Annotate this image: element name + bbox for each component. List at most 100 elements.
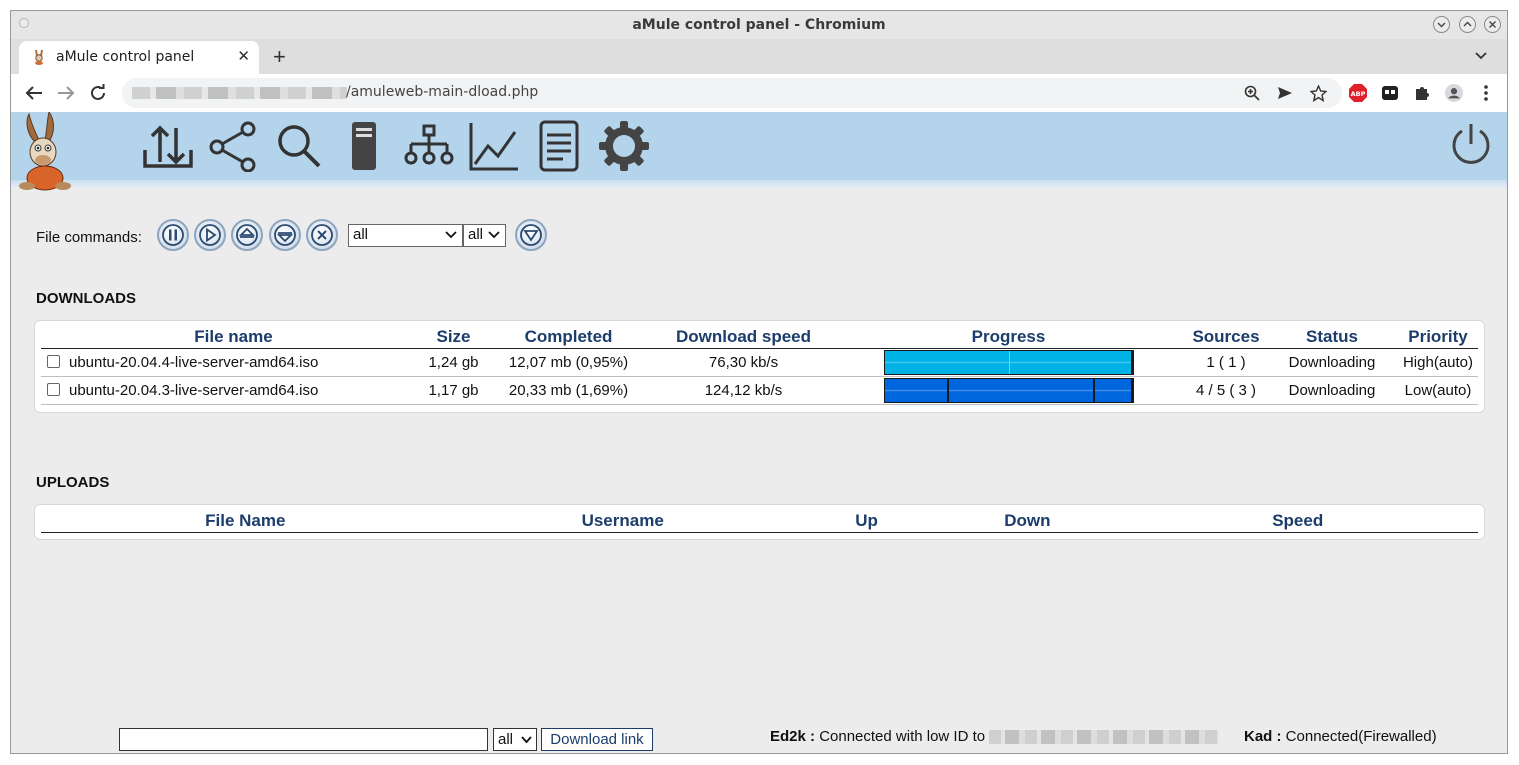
reload-icon: [91, 84, 105, 100]
completed-cell: 20,33 mb (1,69%): [481, 376, 656, 405]
sources-cell: 1 ( 1 ): [1186, 348, 1266, 377]
browser-toolbar: /amuleweb-main-dload.php ABP: [11, 74, 1507, 112]
nav-search-button[interactable]: [272, 118, 326, 174]
extensions-puzzle-icon[interactable]: [1413, 84, 1431, 102]
amule-mascot-logo: [19, 112, 71, 191]
amule-web-page: File commands: all all DOWNLOADS File na…: [11, 112, 1507, 753]
nav-preferences-button[interactable]: [597, 118, 651, 174]
nav-statistics-button[interactable]: [467, 118, 521, 174]
file-name: ubuntu-20.04.3-live-server-amd64.iso: [69, 382, 319, 399]
resume-button[interactable]: [194, 219, 226, 251]
column-download-speed[interactable]: Download speed: [656, 325, 831, 349]
transfers-icon: [143, 125, 193, 168]
file-name: ubuntu-20.04.4-live-server-amd64.iso: [69, 354, 319, 371]
column-size[interactable]: Size: [426, 325, 481, 349]
file-name-cell: ubuntu-20.04.3-live-server-amd64.iso: [41, 376, 426, 405]
statistics-icon: [469, 123, 518, 171]
kad-status: Kad : Connected(Firewalled): [1244, 728, 1437, 745]
minimize-button[interactable]: [1433, 16, 1450, 33]
column-username[interactable]: Username: [449, 509, 796, 533]
nav-transfers-button[interactable]: [141, 118, 195, 174]
zoom-icon[interactable]: [1243, 84, 1261, 102]
column-upload-file-name[interactable]: File Name: [41, 509, 450, 533]
ed2k-status-text: Connected with low ID to: [819, 728, 986, 745]
progress-chunk-marker: [1092, 379, 1095, 402]
column-file-name[interactable]: File name: [41, 325, 426, 349]
nav-shared-files-button[interactable]: [207, 118, 261, 174]
kad-label: Kad :: [1244, 728, 1282, 745]
progress-fill: [884, 379, 1133, 402]
reload-button[interactable]: [87, 82, 109, 104]
column-progress[interactable]: Progress: [831, 325, 1186, 349]
arrow-down-icon: [274, 224, 296, 246]
row-select-checkbox[interactable]: [47, 355, 60, 368]
progress-end-marker: [1130, 351, 1133, 374]
forward-arrow-icon: [58, 86, 75, 100]
nav-servers-button[interactable]: [337, 118, 391, 174]
play-icon: [199, 224, 221, 246]
row-select-checkbox[interactable]: [47, 383, 60, 396]
column-up[interactable]: Up: [795, 509, 938, 533]
apply-filter-button[interactable]: [515, 219, 547, 251]
column-priority[interactable]: Priority: [1398, 325, 1478, 349]
new-tab-button[interactable]: +: [273, 44, 286, 70]
priority-down-button[interactable]: [269, 219, 301, 251]
url-path: /amuleweb-main-dload.php: [346, 84, 539, 100]
extension-icon[interactable]: [1381, 84, 1399, 102]
link-category-select[interactable]: all: [493, 728, 537, 751]
column-status[interactable]: Status: [1266, 325, 1398, 349]
tab-close-icon[interactable]: ✕: [237, 47, 250, 65]
ed2k-status: Ed2k : Connected with low ID to: [770, 728, 1220, 745]
table-row[interactable]: ubuntu-20.04.4-live-server-amd64.iso 1,2…: [41, 348, 1478, 377]
download-link-button[interactable]: Download link: [541, 728, 653, 751]
tab-search-button[interactable]: [1475, 47, 1487, 65]
minimize-icon: [1437, 22, 1446, 28]
cancel-download-button[interactable]: [306, 219, 338, 251]
priority-cell: Low(auto): [1398, 376, 1478, 405]
maximize-button[interactable]: [1459, 16, 1476, 33]
nav-log-button[interactable]: [532, 118, 586, 174]
status-cell: Downloading: [1266, 348, 1398, 377]
ed2k-link-input[interactable]: [119, 728, 488, 751]
arrow-up-icon: [236, 224, 258, 246]
browser-menu-icon[interactable]: [1477, 84, 1495, 102]
logout-power-button[interactable]: [1449, 122, 1493, 173]
send-icon[interactable]: [1276, 84, 1294, 102]
title-bar: aMule control panel - Chromium: [11, 11, 1507, 39]
search-icon: [278, 125, 321, 168]
maximize-icon: [1463, 21, 1472, 27]
progress-bar: [883, 378, 1134, 403]
priority-cell: High(auto): [1398, 348, 1478, 377]
chevron-down-icon: [445, 231, 457, 239]
profile-avatar-icon[interactable]: [1445, 84, 1463, 102]
nav-kad-button[interactable]: [402, 118, 456, 174]
status-filter-select[interactable]: all: [463, 224, 506, 247]
speed-cell: 76,30 kb/s: [656, 348, 831, 377]
file-name-cell: ubuntu-20.04.4-live-server-amd64.iso: [41, 348, 426, 377]
priority-up-button[interactable]: [231, 219, 263, 251]
progress-cell: [831, 376, 1186, 405]
tab-strip: aMule control panel ✕ +: [11, 39, 1507, 74]
pause-icon: [162, 224, 184, 246]
kad-network-icon: [404, 124, 454, 165]
forward-button[interactable]: [55, 82, 77, 104]
tab-amule-control-panel[interactable]: aMule control panel ✕: [19, 41, 259, 74]
table-row[interactable]: ubuntu-20.04.3-live-server-amd64.iso 1,1…: [41, 376, 1478, 405]
uploads-header-row: File Name Username Up Down Speed: [41, 509, 1478, 533]
speed-cell: 124,12 kb/s: [656, 376, 831, 405]
column-completed[interactable]: Completed: [481, 325, 656, 349]
close-window-button[interactable]: [1484, 16, 1501, 33]
status-filter-value: all: [468, 226, 484, 243]
progress-end-marker: [1130, 379, 1133, 402]
address-bar[interactable]: /amuleweb-main-dload.php: [122, 78, 1342, 108]
adblock-plus-icon[interactable]: ABP: [1349, 84, 1367, 102]
back-button[interactable]: [23, 82, 45, 104]
window-title: aMule control panel - Chromium: [632, 17, 886, 33]
column-sources[interactable]: Sources: [1186, 325, 1266, 349]
category-filter-select[interactable]: all: [348, 224, 463, 247]
bookmark-star-icon[interactable]: [1309, 84, 1327, 102]
column-down[interactable]: Down: [937, 509, 1118, 533]
chevron-down-icon: [1475, 52, 1487, 60]
pause-button[interactable]: [157, 219, 189, 251]
column-speed[interactable]: Speed: [1117, 509, 1478, 533]
